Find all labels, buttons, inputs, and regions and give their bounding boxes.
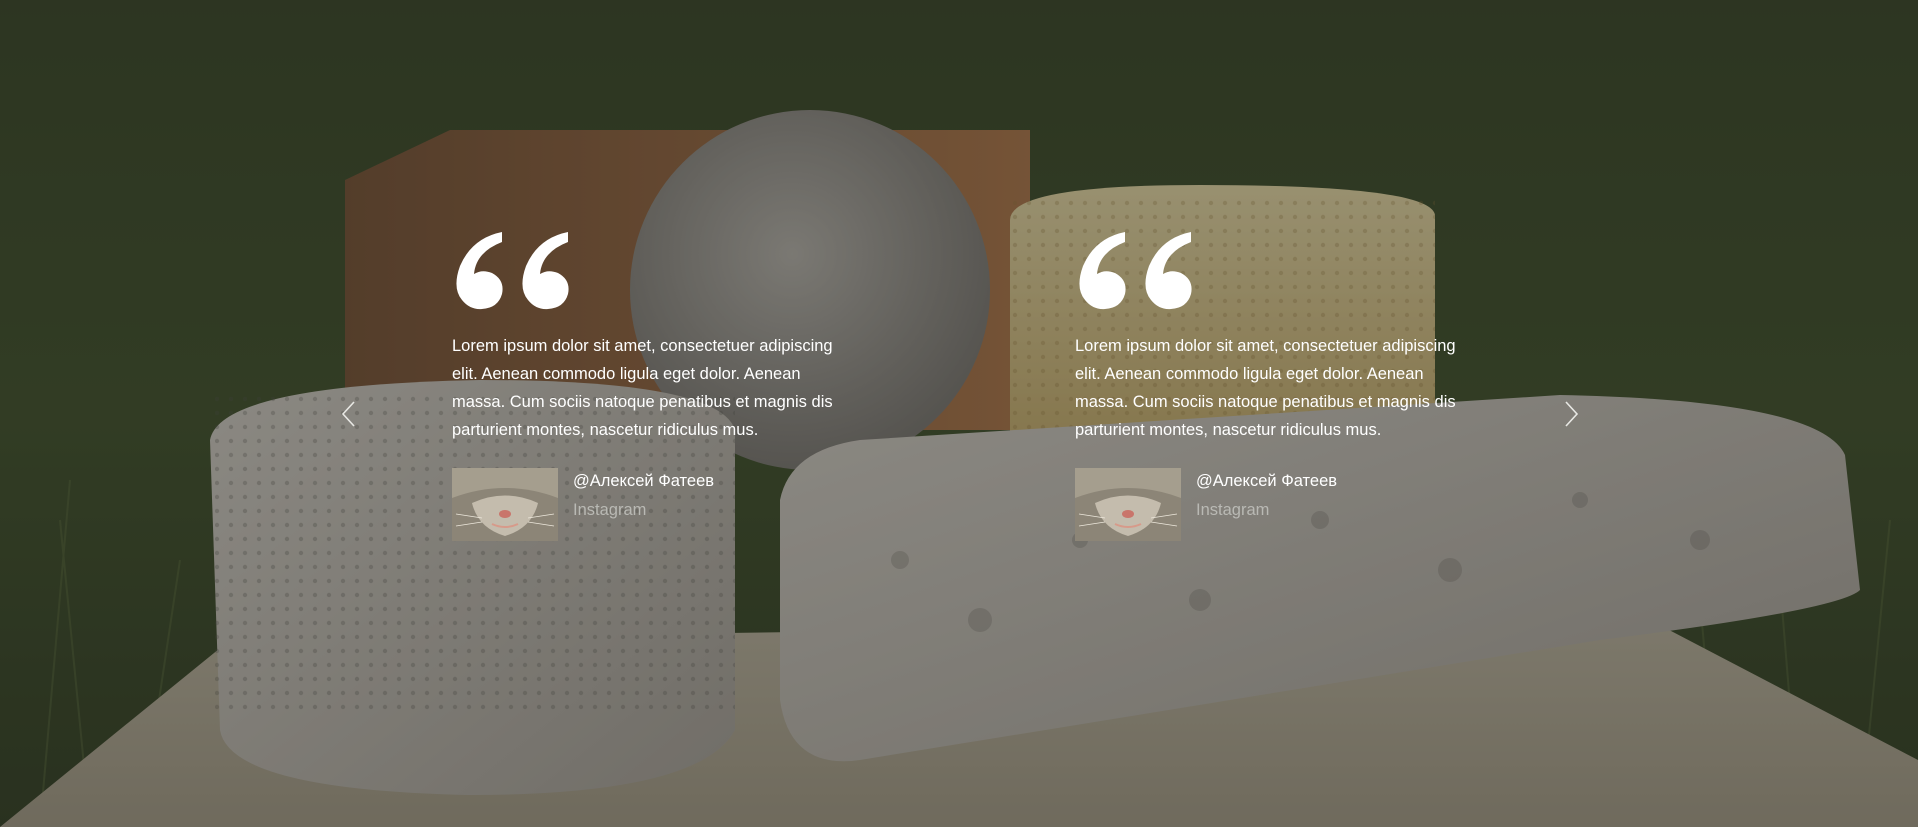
testimonial-text: Lorem ipsum dolor sit amet, consectetuer…	[452, 337, 833, 439]
avatar	[1075, 468, 1181, 541]
testimonial-author: @Алексей Фатеев Instagram	[452, 468, 872, 541]
author-name[interactable]: @Алексей Фатеев	[573, 470, 714, 492]
testimonial-author: @Алексей Фатеев Instagram	[1075, 468, 1495, 541]
author-name[interactable]: @Алексей Фатеев	[1196, 470, 1337, 492]
chevron-right-icon	[1565, 401, 1579, 427]
testimonials-section: Lorem ipsum dolor sit amet, consectetuer…	[0, 0, 1918, 827]
author-source-link[interactable]: Instagram	[573, 499, 714, 521]
chevron-left-icon	[341, 401, 355, 427]
dark-overlay	[0, 0, 1918, 827]
avatar	[452, 468, 558, 541]
testimonial-card: Lorem ipsum dolor sit amet, consectetuer…	[1075, 228, 1495, 541]
quote-mark-icon	[456, 232, 569, 310]
testimonial-text: Lorem ipsum dolor sit amet, consectetuer…	[1075, 337, 1456, 439]
testimonial-card: Lorem ipsum dolor sit amet, consectetuer…	[452, 228, 872, 541]
author-meta: @Алексей Фатеев Instagram	[1196, 468, 1337, 521]
slider-next-button[interactable]	[1560, 398, 1582, 430]
quote-mark-icon	[1079, 232, 1192, 310]
slider-prev-button[interactable]	[338, 398, 360, 430]
author-meta: @Алексей Фатеев Instagram	[573, 468, 714, 521]
author-source-link[interactable]: Instagram	[1196, 499, 1337, 521]
